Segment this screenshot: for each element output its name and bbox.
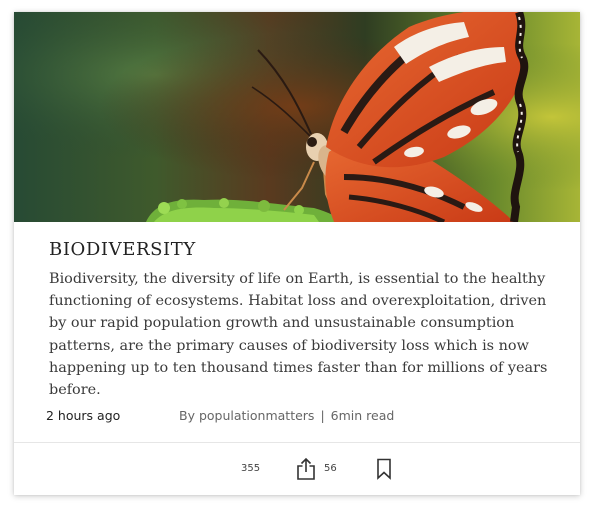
share-icon bbox=[297, 457, 315, 480]
like-count[interactable]: 355 bbox=[241, 463, 260, 474]
share-button[interactable] bbox=[296, 457, 316, 486]
article-excerpt: Biodiversity, the diversity of life on E… bbox=[49, 271, 548, 399]
read-time: 6min read bbox=[330, 408, 395, 423]
meta-separator: | bbox=[320, 408, 325, 423]
hero-image bbox=[14, 12, 580, 222]
byline: By populationmatters | 6min read bbox=[179, 408, 394, 423]
butterfly-photo bbox=[14, 12, 580, 222]
published-time: 2 hours ago bbox=[46, 408, 121, 423]
share-count: 56 bbox=[324, 463, 337, 474]
bookmark-icon bbox=[377, 458, 391, 480]
bookmark-button[interactable] bbox=[376, 458, 392, 485]
author-name[interactable]: By populationmatters bbox=[179, 408, 314, 423]
article-meta: 2 hours ago By populationmatters | 6min re… bbox=[46, 406, 556, 426]
article-title[interactable]: BIODIVERSITY bbox=[49, 234, 559, 266]
article-actions: 355 56 bbox=[14, 443, 580, 495]
article-content: BIODIVERSITY Biodiversity, the diversity… bbox=[49, 234, 559, 401]
article-card[interactable]: BIODIVERSITY Biodiversity, the diversity… bbox=[14, 12, 580, 495]
